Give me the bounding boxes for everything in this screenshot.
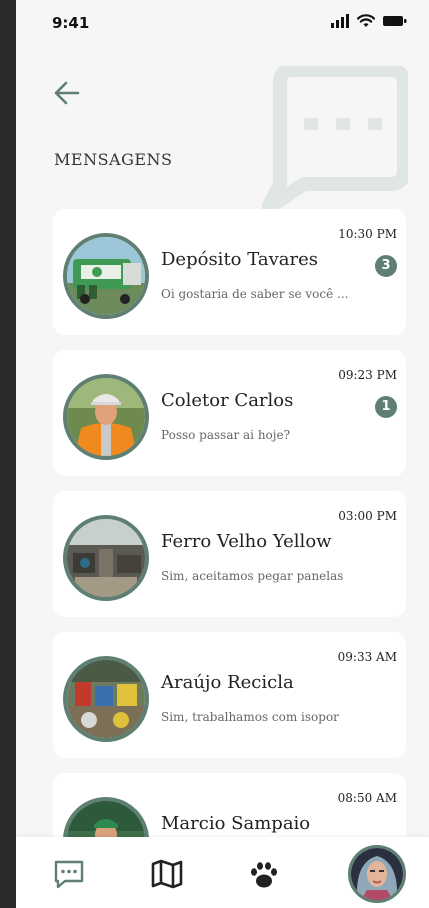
avatar xyxy=(63,656,149,742)
paw-icon xyxy=(251,862,277,888)
wifi-icon xyxy=(357,14,375,27)
chat-bubble-decoration-icon xyxy=(262,66,408,210)
arrow-left-icon xyxy=(54,81,80,105)
avatar xyxy=(63,515,149,601)
avatar xyxy=(63,374,149,460)
message-time: 08:50 AM xyxy=(337,791,397,805)
app-screen: 9:41 MENSAGENS Depósito Tavares Oi gosta… xyxy=(16,0,429,908)
message-preview: Posso passar ai hoje? xyxy=(161,428,291,442)
map-icon xyxy=(151,859,183,889)
contact-name: Araújo Recicla xyxy=(161,672,294,693)
page-title: MENSAGENS xyxy=(54,150,173,169)
message-preview: Sim, aceitamos pegar panelas xyxy=(161,569,344,583)
contact-name: Marcio Sampaio xyxy=(161,813,311,834)
avatar xyxy=(63,233,149,319)
conversation-item[interactable]: Ferro Velho Yellow Sim, aceitamos pegar … xyxy=(53,491,406,617)
bottom-navigation xyxy=(16,837,429,908)
unread-badge: 1 xyxy=(375,396,397,418)
conversation-item[interactable]: Araújo Recicla Sim, trabalhamos com isop… xyxy=(53,632,406,758)
back-button[interactable] xyxy=(52,78,82,108)
nav-map-button[interactable] xyxy=(150,857,184,891)
conversation-item[interactable]: Depósito Tavares Oi gostaria de saber se… xyxy=(53,209,406,335)
status-bar: 9:41 xyxy=(16,0,429,44)
message-time: 10:30 PM xyxy=(338,227,397,241)
status-time: 9:41 xyxy=(52,14,90,32)
status-icons xyxy=(331,14,407,28)
unread-badge: 3 xyxy=(375,255,397,277)
conversation-item[interactable]: Coletor Carlos Posso passar ai hoje? 09:… xyxy=(53,350,406,476)
battery-icon xyxy=(383,16,407,26)
nav-paw-button[interactable] xyxy=(247,857,281,891)
message-time: 09:23 PM xyxy=(338,368,397,382)
message-preview: Sim, trabalhamos com isopor xyxy=(161,710,339,724)
signal-icon xyxy=(331,14,349,28)
conversation-list: Depósito Tavares Oi gostaria de saber se… xyxy=(53,209,406,908)
chat-icon xyxy=(54,860,84,889)
contact-name: Coletor Carlos xyxy=(161,390,294,411)
contact-name: Depósito Tavares xyxy=(161,249,318,270)
nav-chat-button[interactable] xyxy=(52,857,86,891)
message-time: 03:00 PM xyxy=(338,509,397,523)
profile-avatar[interactable] xyxy=(348,845,406,903)
message-time: 09:33 AM xyxy=(337,650,397,664)
message-preview: Oi gostaria de saber se você ... xyxy=(161,287,349,301)
contact-name: Ferro Velho Yellow xyxy=(161,531,332,552)
